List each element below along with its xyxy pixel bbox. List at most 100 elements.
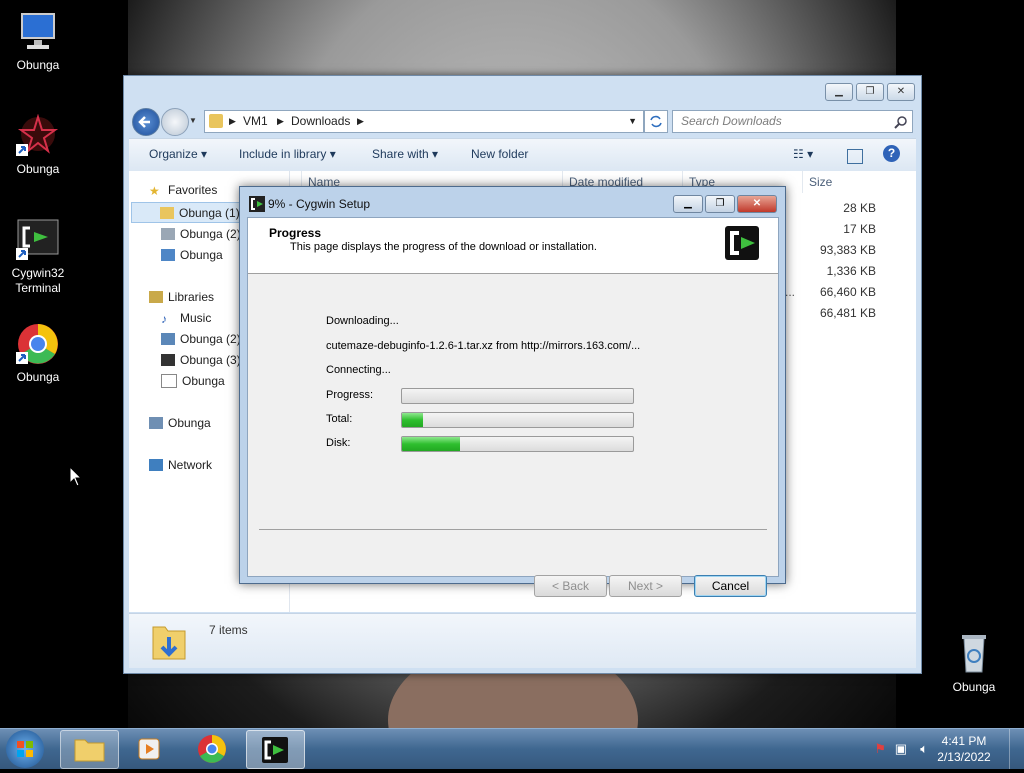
breadcrumb-arrow-icon[interactable]: ▶: [357, 111, 364, 132]
status-line-downloading: Downloading...: [326, 315, 399, 327]
refresh-icon: [650, 115, 662, 128]
minimize-button[interactable]: ▁: [825, 83, 853, 101]
show-desktop-button[interactable]: [1009, 729, 1024, 769]
type-cell-ellipsis: ...: [785, 285, 796, 299]
search-icon[interactable]: [894, 115, 908, 129]
network-status-icon[interactable]: ▣: [895, 741, 907, 757]
command-bar: Organize ▾ Include in library ▾ Share wi…: [129, 138, 916, 172]
file-size-cell: 66,481 KB: [819, 306, 876, 320]
nav-lib-item-3[interactable]: Obunga (3): [161, 353, 241, 367]
taskbar-chrome-button[interactable]: [184, 730, 241, 767]
desktop-icon-computer[interactable]: Obunga: [2, 10, 74, 73]
clock-time: 4:41 PM: [941, 734, 987, 748]
include-in-library-menu[interactable]: Include in library ▾: [239, 147, 336, 161]
view-options-icon[interactable]: ☷ ▾: [793, 147, 813, 161]
nav-lib-item-2[interactable]: Obunga (2): [161, 332, 241, 346]
organize-menu[interactable]: Organize ▾: [149, 147, 207, 161]
mouse-cursor-icon: [69, 465, 83, 493]
disk-progress-bar-fill: [402, 437, 460, 451]
refresh-button[interactable]: [644, 110, 668, 133]
taskbar: ⚑ ▣ 🔈︎ 4:41 PM 2/13/2022: [0, 728, 1024, 769]
recycle-bin-icon: [952, 632, 996, 676]
documents-icon: [161, 374, 177, 388]
nav-fav-item-3[interactable]: Obunga: [161, 248, 223, 262]
taskbar-cygwin-setup-button[interactable]: [246, 730, 305, 769]
file-size-cell: 93,383 KB: [819, 243, 876, 257]
nav-libraries[interactable]: Libraries: [149, 290, 214, 304]
cygwin-terminal-icon: [16, 218, 60, 262]
downloads-folder-icon: [160, 206, 174, 219]
nav-favorites[interactable]: ★ Favorites: [149, 183, 217, 198]
chrome-icon: [16, 322, 60, 366]
back-button[interactable]: [132, 108, 160, 136]
status-line-connecting: Connecting...: [326, 364, 391, 376]
desktop-icon-label: Cygwin32 Terminal: [11, 266, 65, 295]
computer-icon: [149, 417, 163, 429]
taskbar-media-player-button[interactable]: [122, 730, 179, 767]
chrome-icon: [198, 735, 226, 763]
progress-bar: [401, 388, 634, 404]
share-with-menu[interactable]: Share with ▾: [372, 147, 438, 161]
nav-lib-music[interactable]: ♪ Music: [161, 311, 211, 326]
disk-progress-bar: [401, 436, 634, 452]
search-input[interactable]: Search Downloads: [672, 110, 913, 133]
file-size-cell: 1,336 KB: [826, 264, 876, 278]
cancel-button[interactable]: Cancel: [694, 575, 767, 597]
media-player-icon: [138, 738, 160, 760]
breadcrumb-vm1[interactable]: VM1: [243, 111, 268, 132]
breadcrumb-downloads[interactable]: Downloads: [291, 111, 350, 132]
action-center-flag-icon[interactable]: ⚑: [874, 741, 886, 757]
forward-button[interactable]: [161, 108, 189, 136]
start-button[interactable]: [6, 730, 44, 768]
star-icon: ★: [149, 184, 160, 198]
back-button[interactable]: < Back: [534, 575, 607, 597]
cygwin-logo-icon: [725, 226, 759, 260]
breadcrumb-arrow-icon[interactable]: ▶: [229, 111, 236, 132]
folder-icon: [209, 114, 223, 128]
libraries-icon: [149, 291, 163, 303]
recent-pages-chevron-icon[interactable]: ▼: [189, 116, 197, 125]
page-subheading: This page displays the progress of the d…: [290, 241, 597, 253]
next-button[interactable]: Next >: [609, 575, 682, 597]
network-icon: [149, 459, 163, 471]
preview-pane-icon[interactable]: [847, 149, 863, 164]
window-controls: ▁ ❐ ✕: [825, 83, 915, 101]
desktop-icon-label: Obunga: [16, 58, 60, 72]
dialog-window-controls: ▁ ❐ ✕: [673, 195, 777, 213]
clock[interactable]: 4:41 PM 2/13/2022: [934, 734, 994, 764]
desktop-icon-chrome[interactable]: Obunga: [2, 322, 74, 385]
breadcrumb-arrow-icon[interactable]: ▶: [277, 111, 284, 132]
address-dropdown-icon[interactable]: ▼: [628, 111, 637, 132]
dialog-title: 9% - Cygwin Setup: [268, 197, 371, 211]
taskbar-explorer-button[interactable]: [60, 730, 119, 769]
desktop-icon-cygwin-terminal[interactable]: Cygwin32 Terminal: [2, 218, 74, 296]
computer-icon: [16, 10, 60, 54]
desktop-icon-recycle-bin[interactable]: Obunga: [938, 632, 1010, 695]
new-folder-button[interactable]: New folder: [471, 147, 528, 161]
back-arrow-icon: [138, 116, 150, 128]
desktop-folder-icon: [161, 228, 175, 240]
dialog-header: Progress This page displays the progress…: [248, 218, 778, 274]
desktop-icon-shortcut[interactable]: Obunga: [2, 113, 74, 177]
dialog-close-button[interactable]: ✕: [737, 195, 777, 213]
address-row: ▼ ▶ VM1 ▶ Downloads ▶ ▼ Search Downloads: [132, 107, 913, 136]
nav-fav-item-2[interactable]: Obunga (2): [161, 227, 241, 241]
address-bar[interactable]: ▶ VM1 ▶ Downloads ▶ ▼: [204, 110, 644, 133]
nav-lib-item-4[interactable]: Obunga: [161, 374, 225, 388]
progress-label: Progress:: [326, 389, 374, 401]
nav-network[interactable]: Network: [149, 458, 212, 472]
desktop-icon-label: Obunga: [16, 162, 60, 176]
desktop-icon-label: Obunga: [952, 680, 996, 694]
column-header-size[interactable]: Size: [802, 171, 884, 193]
close-button[interactable]: ✕: [887, 83, 915, 101]
dialog-minimize-button[interactable]: ▁: [673, 195, 703, 213]
file-size-cell: 17 KB: [843, 222, 876, 236]
maximize-button[interactable]: ❐: [856, 83, 884, 101]
dialog-maximize-button[interactable]: ❐: [705, 195, 735, 213]
file-size-cell: 66,460 KB: [819, 285, 876, 299]
dialog-body: Progress This page displays the progress…: [247, 217, 779, 597]
volume-icon[interactable]: 🔈︎: [920, 741, 928, 757]
help-icon[interactable]: ?: [883, 145, 900, 162]
nav-homegroup[interactable]: Obunga: [149, 416, 211, 430]
total-label: Total:: [326, 413, 353, 425]
